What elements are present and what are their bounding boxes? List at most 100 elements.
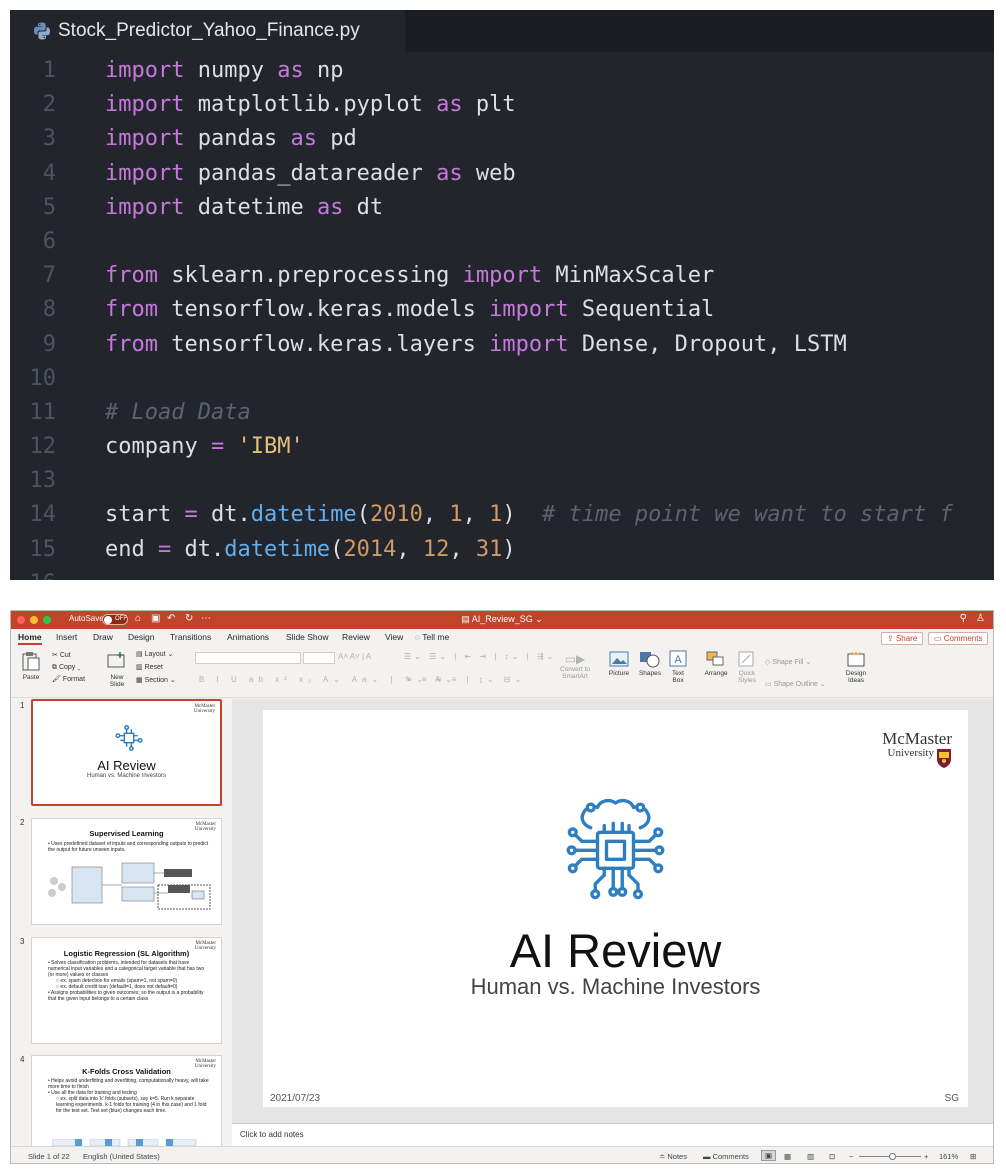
font-name-select[interactable]: [195, 652, 301, 664]
tell-me-search[interactable]: ◌ Tell me: [415, 632, 449, 642]
design-label-2: Ideas: [848, 677, 864, 684]
code-line[interactable]: 10: [10, 362, 994, 396]
code-area[interactable]: 1 import numpy as np 2 import matplotlib.py…: [10, 54, 994, 580]
tab-draw[interactable]: Draw: [93, 632, 113, 642]
code-line[interactable]: 3 import pandas as pd: [10, 122, 994, 156]
section-button[interactable]: ▦ Section ⌄: [136, 674, 176, 687]
title-bar: AutoSave OFF ⌂ ▣ ↶ ↻ ⋯ ▤ AI_Review_SG ⌄ …: [11, 611, 993, 629]
tab-insert[interactable]: Insert: [56, 632, 77, 642]
design-ideas-button[interactable]: Design Ideas: [841, 650, 871, 684]
picture-button[interactable]: Picture: [606, 650, 632, 677]
tab-home[interactable]: Home: [18, 632, 42, 645]
ai-brain-chip-icon: [566, 798, 665, 900]
code-token: =: [184, 502, 198, 528]
code-line[interactable]: 9 from tensorflow.keras.layers import Den…: [10, 328, 994, 362]
comments-toggle[interactable]: ▬ Comments: [703, 1152, 749, 1161]
code-line[interactable]: 11 # Load Data: [10, 396, 994, 430]
code-token: pd: [316, 126, 357, 152]
tab-review[interactable]: Review: [342, 632, 370, 642]
code-token: 12: [422, 536, 450, 562]
language-indicator[interactable]: English (United States): [83, 1152, 160, 1161]
notes-pane[interactable]: Click to add notes: [232, 1123, 993, 1146]
account-icon[interactable]: ♙: [976, 613, 985, 624]
tab-design[interactable]: Design: [128, 632, 154, 642]
code-line[interactable]: 16: [10, 567, 994, 580]
slide-subtitle[interactable]: Human vs. Machine Investors: [263, 974, 968, 1000]
tab-transitions[interactable]: Transitions: [170, 632, 211, 642]
slide-title[interactable]: AI Review: [263, 923, 968, 978]
shape-fill-button[interactable]: ◇ Shape Fill ⌄: [765, 652, 826, 674]
code-line[interactable]: 5 import datetime as dt: [10, 191, 994, 225]
code-token: import: [105, 160, 185, 186]
quick-label-2: Styles: [738, 677, 756, 684]
slide-sorter-button[interactable]: ▦: [784, 1152, 791, 1161]
share-button[interactable]: ⇪ Share: [881, 632, 924, 645]
arrange-button[interactable]: Arrange: [701, 650, 731, 677]
slide-thumbnail-panel[interactable]: 1 McMaster University AI Review Human vs.…: [11, 699, 231, 1146]
convert-smartart-button[interactable]: ▭▶ Convert to SmartArt: [553, 652, 597, 680]
code-line[interactable]: 6: [10, 225, 994, 259]
comments-button[interactable]: ▭ Comments: [928, 632, 989, 645]
quick-styles-button[interactable]: Quick Styles: [734, 650, 760, 684]
tab-animations[interactable]: Animations: [227, 632, 269, 642]
code-token: 'IBM': [237, 434, 304, 460]
tab-slide-show[interactable]: Slide Show: [286, 632, 329, 642]
thumbnail-slide-4[interactable]: McMaster University K-Folds Cross Validat…: [31, 1055, 222, 1146]
code-line[interactable]: 15 end = dt.datetime(2014, 12, 31): [10, 533, 994, 567]
reset-button[interactable]: ▥ Reset: [136, 661, 176, 674]
code-token: import: [105, 126, 185, 152]
notes-toggle[interactable]: ≐ Notes: [659, 1152, 687, 1161]
code-line[interactable]: 7 from sklearn.preprocessing import MinMa…: [10, 259, 994, 293]
slideshow-button[interactable]: ⊡: [829, 1152, 835, 1161]
slide-author[interactable]: SG: [945, 1093, 959, 1104]
thumbnail-slide-2[interactable]: McMaster University Supervised Learning •…: [31, 818, 222, 925]
line-source: import pandas_datareader as web: [105, 157, 516, 191]
font-size-grow-buttons[interactable]: A˄ A˅ | A: [338, 652, 371, 661]
search-icon[interactable]: ⚲: [960, 613, 967, 624]
code-line[interactable]: 4 import pandas_datareader as web: [10, 157, 994, 191]
textbox-label: Text Box: [667, 670, 689, 684]
tab-view[interactable]: View: [385, 632, 403, 642]
chevron-down-icon[interactable]: ⌄: [533, 614, 543, 624]
cut-button[interactable]: ✂ Cut: [52, 650, 85, 662]
line-source: # Load Data: [105, 396, 251, 430]
zoom-out-button[interactable]: −: [849, 1152, 853, 1161]
code-line[interactable]: 8 from tensorflow.keras.models import Seq…: [10, 293, 994, 327]
line-number: 9: [42, 331, 56, 357]
thumbnail-slide-3[interactable]: McMaster University Logistic Regression (…: [31, 937, 222, 1044]
list-buttons[interactable]: ☰⌄ ☰⌄ | ⇤ ⇥ | ↕⌄ | ⇶⌄: [404, 652, 556, 661]
new-slide-button[interactable]: New Slide: [104, 650, 130, 688]
align-buttons[interactable]: ≡ ≡ ≡ ≡ | ↨⌄ ⊟⌄: [407, 675, 525, 684]
zoom-in-button[interactable]: +: [924, 1152, 928, 1161]
logo-line2-row: University: [882, 747, 952, 769]
slide-editing-area[interactable]: McMaster University AI Review Human vs. …: [232, 699, 993, 1123]
code-line[interactable]: 12 company = 'IBM': [10, 430, 994, 464]
zoom-slider-handle[interactable]: [889, 1153, 896, 1160]
code-line[interactable]: 14 start = dt.datetime(2010, 1, 1) # time…: [10, 498, 994, 532]
fit-slide-button[interactable]: ⊞: [970, 1152, 976, 1161]
code-line[interactable]: 2 import matplotlib.pyplot as plt: [10, 88, 994, 122]
line-number: 11: [29, 399, 57, 425]
format-painter-button[interactable]: 🖌 Format: [52, 674, 85, 686]
thumbnail-slide-1[interactable]: McMaster University AI Review Human vs. M…: [31, 699, 222, 806]
zoom-level[interactable]: 161%: [939, 1152, 958, 1161]
code-editor[interactable]: Stock_Predictor_Yahoo_Finance.py 1 import…: [10, 10, 994, 580]
editor-tab-bar: Stock_Predictor_Yahoo_Finance.py: [10, 10, 994, 52]
textbox-button[interactable]: A Text Box: [667, 650, 689, 684]
normal-view-button[interactable]: ▣: [761, 1150, 777, 1161]
code-line[interactable]: 13: [10, 464, 994, 498]
shape-outline-button[interactable]: ▭ Shape Outline ⌄: [765, 674, 826, 696]
copy-button[interactable]: ⧉ Copy ⌄: [52, 662, 85, 674]
kfold-diagram: [52, 1139, 197, 1146]
editor-file-tab[interactable]: Stock_Predictor_Yahoo_Finance.py: [10, 10, 405, 52]
paste-button[interactable]: Paste: [16, 650, 46, 681]
shapes-button[interactable]: Shapes: [636, 650, 664, 677]
font-size-select[interactable]: [303, 652, 335, 664]
layout-button[interactable]: ▤ Layout ⌄: [136, 648, 176, 661]
reading-view-button[interactable]: ▥: [807, 1152, 814, 1161]
notes-placeholder: Click to add notes: [240, 1130, 304, 1139]
design-label-1: Design: [845, 670, 867, 677]
slide-date[interactable]: 2021/07/23: [270, 1093, 320, 1104]
code-line[interactable]: 1 import numpy as np: [10, 54, 994, 88]
current-slide[interactable]: McMaster University AI Review Human vs. …: [263, 710, 968, 1107]
